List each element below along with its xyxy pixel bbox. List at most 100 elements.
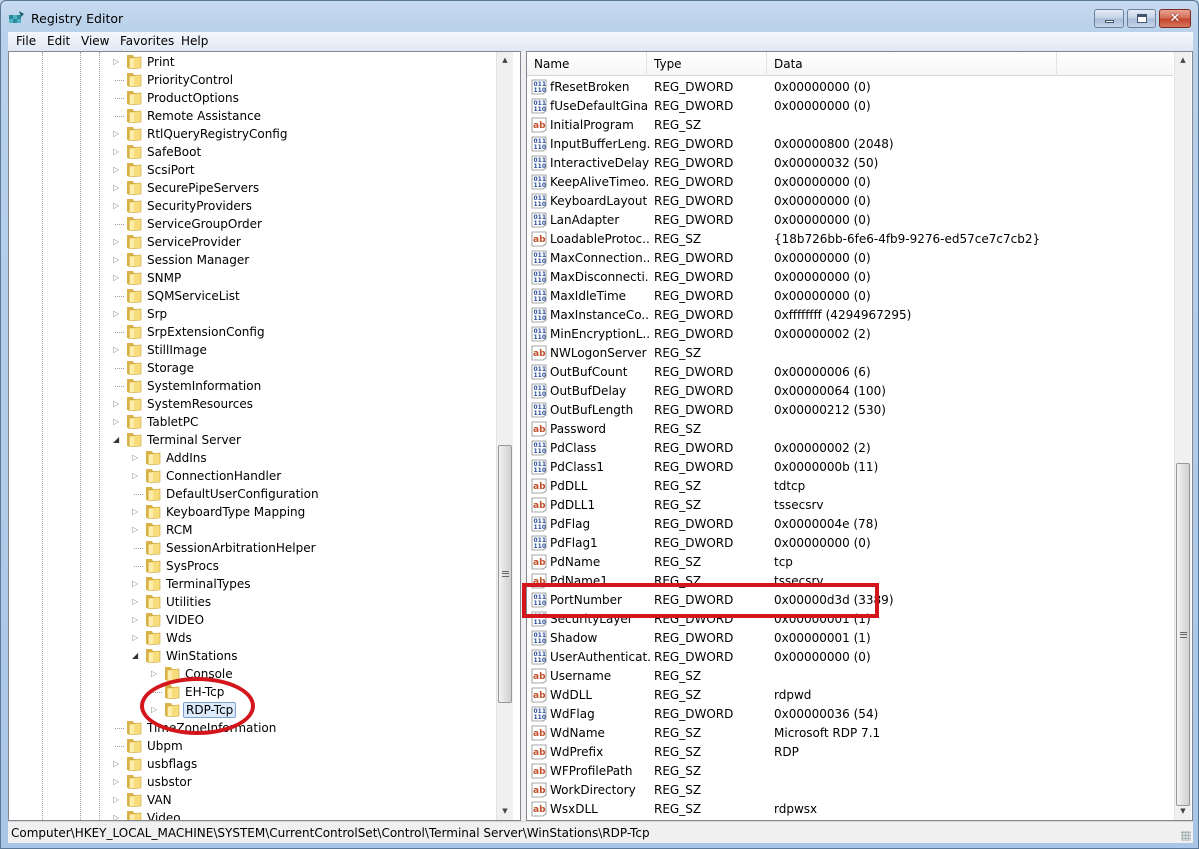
value-row[interactable]: 011 110 WdFlag REG_DWORD 0x00000036 (54)	[527, 705, 1173, 724]
scroll-up-arrow-icon[interactable]: ▲	[1175, 52, 1191, 69]
collapse-arrow-icon[interactable]: ◢	[113, 435, 123, 445]
value-row[interactable]: 011 110 fUseDefaultGina REG_DWORD 0x00000000…	[527, 97, 1173, 116]
value-row[interactable]: 011 110 PdFlag1 REG_DWORD 0x00000000 (0)	[527, 534, 1173, 553]
expand-arrow-icon[interactable]: ▷	[151, 669, 161, 679]
menu-help[interactable]: Help	[178, 34, 211, 48]
value-row[interactable]: ab InitialProgram REG_SZ	[527, 116, 1173, 135]
values-vertical-scrollbar[interactable]: ▲ ▼	[1174, 52, 1191, 820]
value-row[interactable]: 011 110 MinEncryptionL... REG_DWORD 0x000000…	[527, 325, 1173, 344]
values-scrollbar-thumb[interactable]	[1176, 463, 1190, 806]
scroll-down-arrow-icon[interactable]: ▼	[497, 803, 513, 820]
menu-view[interactable]: View	[78, 34, 112, 48]
value-row[interactable]: ab WorkDirectory REG_SZ	[527, 781, 1173, 800]
expand-arrow-icon[interactable]: ▷	[151, 705, 161, 715]
value-row[interactable]: 011 110 OutBufLength REG_DWORD 0x00000212 (5…	[527, 401, 1173, 420]
collapse-arrow-icon[interactable]: ◢	[132, 651, 142, 661]
value-row[interactable]: 011 110 LanAdapter REG_DWORD 0x00000000 (0)	[527, 211, 1173, 230]
expand-arrow-icon[interactable]: ▷	[113, 309, 123, 319]
value-name: WsxDLL	[550, 802, 598, 816]
value-row[interactable]: ab PdDLL REG_SZ tdtcp	[527, 477, 1173, 496]
value-row[interactable]: 011 110 KeepAliveTimeo... REG_DWORD 0x000000…	[527, 173, 1173, 192]
tree-vertical-scrollbar[interactable]: ▲ ▼	[496, 52, 513, 820]
value-row[interactable]: ab Username REG_SZ	[527, 667, 1173, 686]
expand-arrow-icon[interactable]: ▷	[113, 147, 123, 157]
value-row[interactable]: 011 110 PdClass1 REG_DWORD 0x0000000b (11)	[527, 458, 1173, 477]
expand-arrow-icon[interactable]: ▷	[132, 633, 142, 643]
column-name[interactable]: Name	[527, 52, 647, 76]
value-row[interactable]: 011 110 PortNumber REG_DWORD 0x00000d3d (338…	[527, 591, 1173, 610]
value-row[interactable]: ab WsxDLL REG_SZ rdpwsx	[527, 800, 1173, 819]
value-row[interactable]: 011 110 fResetBroken REG_DWORD 0x00000000 (0…	[527, 78, 1173, 97]
value-row[interactable]: 011 110 SecurityLayer REG_DWORD 0x00000001 (…	[527, 610, 1173, 629]
expand-arrow-icon[interactable]: ▷	[113, 129, 123, 139]
expand-arrow-icon[interactable]: ▷	[132, 597, 142, 607]
expand-arrow-icon[interactable]: ▷	[132, 615, 142, 625]
expand-arrow-icon[interactable]: ▷	[113, 273, 123, 283]
expand-arrow-icon[interactable]: ▷	[113, 165, 123, 175]
value-row[interactable]: ab Password REG_SZ	[527, 420, 1173, 439]
value-row[interactable]: 011 110 Shadow REG_DWORD 0x00000001 (1)	[527, 629, 1173, 648]
value-row[interactable]: ab PdDLL1 REG_SZ tssecsrv	[527, 496, 1173, 515]
expand-arrow-icon[interactable]: ▷	[132, 471, 142, 481]
value-row[interactable]: ab WdDLL REG_SZ rdpwd	[527, 686, 1173, 705]
menu-file[interactable]: File	[13, 34, 39, 48]
value-row[interactable]: 011 110 OutBufDelay REG_DWORD 0x00000064 (10…	[527, 382, 1173, 401]
tree-item-label: VAN	[147, 793, 172, 807]
scroll-up-arrow-icon[interactable]: ▲	[497, 52, 513, 69]
expand-arrow-icon[interactable]: ▷	[113, 57, 123, 67]
value-type: REG_SZ	[654, 498, 702, 512]
column-data[interactable]: Data	[767, 52, 1057, 76]
value-row[interactable]: ab LoadableProtoc... REG_SZ {18b726bb-6fe6-…	[527, 230, 1173, 249]
value-row[interactable]: ab NWLogonServer REG_SZ	[527, 344, 1173, 363]
values-list[interactable]: Name Type Data 011 110 fResetBroken REG_DWO…	[526, 51, 1193, 821]
expand-arrow-icon[interactable]: ▷	[132, 453, 142, 463]
value-row[interactable]: 011 110 MaxInstanceCo... REG_DWORD 0xfffffff…	[527, 306, 1173, 325]
value-row[interactable]: ab PdName REG_SZ tcp	[527, 553, 1173, 572]
tree-item-label: Utilities	[166, 595, 212, 609]
value-row[interactable]: 011 110 PdClass REG_DWORD 0x00000002 (2)	[527, 439, 1173, 458]
value-row[interactable]: ab WdName REG_SZ Microsoft RDP 7.1	[527, 724, 1173, 743]
expand-arrow-icon[interactable]: ▷	[113, 813, 123, 820]
expand-arrow-icon[interactable]: ▷	[132, 507, 142, 517]
value-row[interactable]: 011 110 MaxIdleTime REG_DWORD 0x00000000 (0)	[527, 287, 1173, 306]
value-row[interactable]: 011 110 PdFlag REG_DWORD 0x0000004e (78)	[527, 515, 1173, 534]
expand-arrow-icon[interactable]: ▷	[113, 237, 123, 247]
resize-grip-icon[interactable]	[1181, 831, 1191, 841]
expand-arrow-icon[interactable]: ▷	[113, 777, 123, 787]
value-type: REG_DWORD	[654, 289, 734, 303]
value-row[interactable]: 011 110 MaxDisconnecti... REG_DWORD 0x000000…	[527, 268, 1173, 287]
value-type: REG_SZ	[654, 764, 702, 778]
expand-arrow-icon[interactable]: ▷	[113, 759, 123, 769]
value-row[interactable]: 011 110 MaxConnection... REG_DWORD 0x0000000…	[527, 249, 1173, 268]
key-tree[interactable]: ▷ Print PriorityControl ProductOptions Remot…	[8, 51, 521, 821]
expand-arrow-icon[interactable]: ▷	[132, 579, 142, 589]
maximize-button[interactable]	[1127, 9, 1156, 28]
menu-edit[interactable]: Edit	[44, 34, 73, 48]
value-row[interactable]: 011 110 OutBufCount REG_DWORD 0x00000006 (6)	[527, 363, 1173, 382]
title-bar[interactable]: Registry Editor ✕	[1, 1, 1198, 33]
expand-arrow-icon[interactable]: ▷	[113, 255, 123, 265]
tree-item-label: Console	[185, 667, 233, 681]
value-row[interactable]: ab WFProfilePath REG_SZ	[527, 762, 1173, 781]
value-row[interactable]: 011 110 InteractiveDelay REG_DWORD 0x0000003…	[527, 154, 1173, 173]
expand-arrow-icon[interactable]: ▷	[113, 795, 123, 805]
menu-favorites[interactable]: Favorites	[117, 34, 177, 48]
tree-scrollbar-thumb[interactable]	[498, 445, 512, 703]
scroll-down-arrow-icon[interactable]: ▼	[1175, 803, 1191, 820]
folder-icon	[127, 91, 142, 105]
expand-arrow-icon[interactable]: ▷	[113, 399, 123, 409]
expand-arrow-icon[interactable]: ▷	[113, 417, 123, 427]
expand-arrow-icon[interactable]: ▷	[132, 525, 142, 535]
close-button[interactable]: ✕	[1159, 9, 1191, 28]
value-row[interactable]: ab WdPrefix REG_SZ RDP	[527, 743, 1173, 762]
expand-arrow-icon[interactable]: ▷	[113, 345, 123, 355]
svg-text:ab: ab	[533, 577, 546, 587]
value-row[interactable]: 011 110 KeyboardLayout REG_DWORD 0x00000000 …	[527, 192, 1173, 211]
minimize-button[interactable]	[1094, 9, 1124, 28]
value-row[interactable]: ab PdName1 REG_SZ tssecsrv	[527, 572, 1173, 591]
value-row[interactable]: 011 110 UserAuthenticat... REG_DWORD 0x00000…	[527, 648, 1173, 667]
expand-arrow-icon[interactable]: ▷	[113, 201, 123, 211]
value-row[interactable]: 011 110 InputBufferLeng... REG_DWORD 0x00000…	[527, 135, 1173, 154]
column-type[interactable]: Type	[647, 52, 767, 76]
expand-arrow-icon[interactable]: ▷	[113, 183, 123, 193]
